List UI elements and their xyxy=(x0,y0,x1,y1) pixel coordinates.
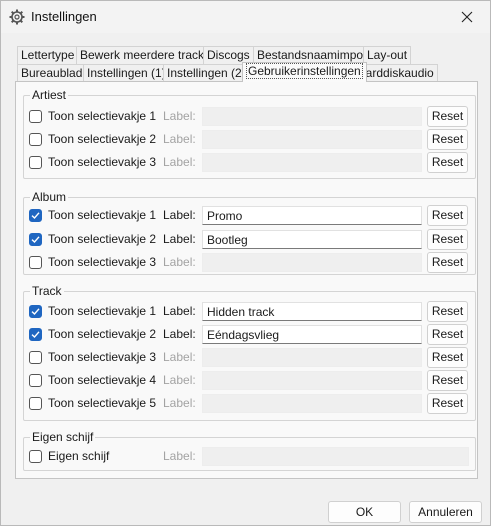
tab-instellingen-2[interactable]: Instellingen (2) xyxy=(163,64,250,82)
field-label: Label: xyxy=(163,155,196,169)
tab-bewerk-meerdere-tracks[interactable]: Bewerk meerdere tracks xyxy=(76,46,215,64)
checkbox-label[interactable]: Toon selectievakje 4 xyxy=(48,373,156,387)
tab-gebruikerinstellingen[interactable]: Gebruikerinstellingen xyxy=(242,62,367,82)
checkbox[interactable] xyxy=(29,209,42,222)
reset-button[interactable]: Reset xyxy=(427,229,468,250)
field-label: Label: xyxy=(163,109,196,123)
checkbox[interactable] xyxy=(29,397,42,410)
checkbox-label[interactable]: Toon selectievakje 1 xyxy=(48,208,156,222)
checkmark-icon xyxy=(31,236,40,244)
label-input[interactable] xyxy=(202,371,422,390)
checkbox-label[interactable]: Eigen schijf xyxy=(48,449,109,463)
checkbox[interactable] xyxy=(29,305,42,318)
checkbox-label[interactable]: Toon selectievakje 5 xyxy=(48,396,156,410)
field-label: Label: xyxy=(163,208,196,222)
label-input[interactable] xyxy=(202,153,422,172)
reset-button[interactable]: Reset xyxy=(427,205,468,226)
tab-bureaublad[interactable]: Bureaublad xyxy=(17,64,87,82)
group-title: Track xyxy=(30,284,64,298)
field-label: Label: xyxy=(163,255,196,269)
checkmark-icon xyxy=(31,212,40,220)
window-title: Instellingen xyxy=(31,9,97,24)
checkbox[interactable] xyxy=(29,133,42,146)
reset-button[interactable]: Reset xyxy=(427,252,468,273)
checkbox[interactable] xyxy=(29,233,42,246)
group-title: Artiest xyxy=(30,88,69,102)
reset-button[interactable]: Reset xyxy=(427,301,468,322)
field-label: Label: xyxy=(163,232,196,246)
label-input[interactable]: Bootleg xyxy=(202,230,422,249)
reset-button[interactable]: Reset xyxy=(427,324,468,345)
checkbox-label[interactable]: Toon selectievakje 1 xyxy=(48,109,156,123)
label-input[interactable] xyxy=(202,107,422,126)
tab-instellingen-1[interactable]: Instellingen (1) xyxy=(83,64,170,82)
tab-lettertype[interactable]: Lettertype xyxy=(17,46,79,64)
field-label: Label: xyxy=(163,350,196,364)
checkbox[interactable] xyxy=(29,351,42,364)
checkbox[interactable] xyxy=(29,156,42,169)
close-icon xyxy=(461,11,473,23)
checkbox-label[interactable]: Toon selectievakje 3 xyxy=(48,255,156,269)
label-input[interactable]: Hidden track xyxy=(202,302,422,321)
field-label: Label: xyxy=(163,396,196,410)
label-input[interactable]: Eéndagsvlieg xyxy=(202,325,422,344)
checkbox-label[interactable]: Toon selectievakje 3 xyxy=(48,350,156,364)
checkbox-label[interactable]: Toon selectievakje 3 xyxy=(48,155,156,169)
field-label: Label: xyxy=(163,327,196,341)
reset-button[interactable]: Reset xyxy=(427,106,468,127)
label-input[interactable] xyxy=(202,253,422,272)
checkbox[interactable] xyxy=(29,450,42,463)
close-button[interactable] xyxy=(444,1,490,33)
label-input[interactable] xyxy=(202,348,422,367)
reset-button[interactable]: Reset xyxy=(427,347,468,368)
checkbox-label[interactable]: Toon selectievakje 1 xyxy=(48,304,156,318)
reset-button[interactable]: Reset xyxy=(427,370,468,391)
checkbox[interactable] xyxy=(29,110,42,123)
label-input[interactable] xyxy=(202,394,422,413)
checkbox[interactable] xyxy=(29,374,42,387)
label-input[interactable] xyxy=(202,130,422,149)
checkbox-label[interactable]: Toon selectievakje 2 xyxy=(48,327,156,341)
reset-button[interactable]: Reset xyxy=(427,152,468,173)
tab-lay-out[interactable]: Lay-out xyxy=(363,46,412,64)
gear-icon xyxy=(9,9,25,25)
checkmark-icon xyxy=(31,308,40,316)
checkbox-label[interactable]: Toon selectievakje 2 xyxy=(48,132,156,146)
field-label: Label: xyxy=(163,132,196,146)
checkbox[interactable] xyxy=(29,328,42,341)
group-title: Eigen schijf xyxy=(30,430,96,444)
reset-button[interactable]: Reset xyxy=(427,129,468,150)
tab-label: Gebruikerinstellingen xyxy=(246,63,363,79)
cancel-button[interactable]: Annuleren xyxy=(409,501,482,523)
reset-button[interactable]: Reset xyxy=(427,393,468,414)
field-label: Label: xyxy=(163,449,196,463)
label-input[interactable]: Promo xyxy=(202,206,422,225)
checkbox[interactable] xyxy=(29,256,42,269)
checkmark-icon xyxy=(31,331,40,339)
field-label: Label: xyxy=(163,304,196,318)
settings-dialog: Instellingen Lettertype Bewerk meerdere … xyxy=(0,0,491,526)
checkbox-label[interactable]: Toon selectievakje 2 xyxy=(48,232,156,246)
field-label: Label: xyxy=(163,373,196,387)
group-title: Album xyxy=(30,190,69,204)
label-input[interactable] xyxy=(202,447,469,466)
ok-button[interactable]: OK xyxy=(328,501,401,523)
title-bar: Instellingen xyxy=(1,1,490,33)
